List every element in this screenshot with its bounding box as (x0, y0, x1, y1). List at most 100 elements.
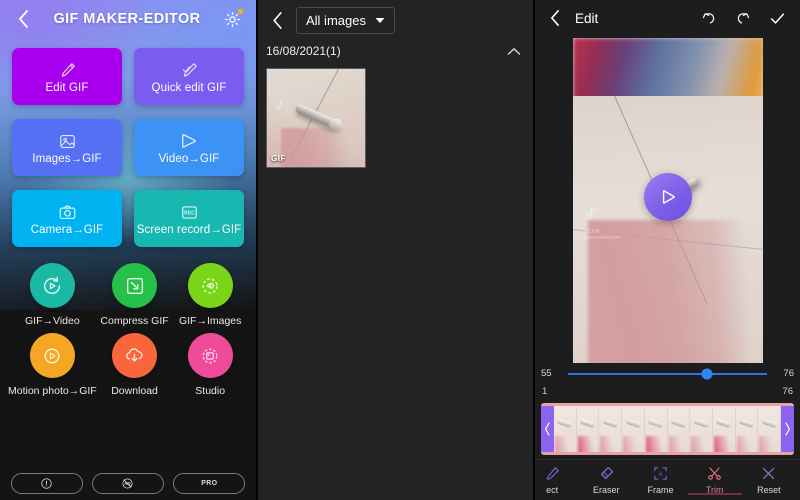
gallery-thumbnail[interactable]: GIF (266, 68, 366, 168)
gif-to-video-icon (44, 276, 61, 294)
pro-button[interactable]: PRO (173, 473, 246, 494)
redo-button[interactable] (730, 5, 756, 31)
camera-icon (58, 201, 77, 222)
shortcut-studio[interactable]: Studio (172, 333, 248, 397)
slider-track[interactable] (568, 368, 767, 380)
info-button[interactable] (10, 473, 83, 494)
shortcut-gif-to-video[interactable]: GIF→Video (8, 263, 97, 327)
shortcut-label: Compress GIF (100, 315, 169, 327)
tile-quick-edit-gif[interactable]: Quick edit GIF (134, 48, 244, 105)
quick-brush-icon (180, 59, 199, 80)
undo-button[interactable] (696, 5, 722, 31)
gif-to-images-icon (202, 277, 218, 294)
gallery-date-label: 16/08/2021(1) (266, 44, 341, 58)
editor-title: Edit (575, 10, 599, 26)
tile-edit-gif[interactable]: Edit GIF (12, 48, 122, 105)
trim-handle-left-icon (545, 422, 550, 436)
filmstrip-frame (667, 406, 691, 453)
tile-label: Screen record→GIF (136, 224, 242, 236)
tile-label: Edit GIF (45, 82, 89, 94)
studio-icon (202, 348, 218, 363)
tool-eraser[interactable]: Eraser (579, 465, 633, 495)
download-cloud-icon (126, 348, 143, 362)
preview-watermark: TikTok @itsmyanimation (583, 207, 621, 241)
watermark-user: @itsmyanimation (582, 234, 621, 241)
editor-preview-stage: TikTok @itsmyanimation (535, 36, 800, 363)
slider-range-row: 1 76 (541, 385, 794, 397)
trim-handle-left[interactable] (541, 406, 554, 453)
editor-toolbar: ect Eraser A Frame Trim Reset (535, 459, 800, 500)
editor-panel: Edit TikTok @itsmyanimation 55 76 1 76 e… (533, 0, 800, 500)
filmstrip[interactable] (541, 403, 794, 456)
tile-label: Quick edit GIF (151, 82, 227, 94)
home-back-button[interactable] (10, 6, 36, 32)
tile-images-to-gif[interactable]: Images→GIF (12, 119, 122, 176)
tile-screen-record-to-gif[interactable]: REC Screen record→GIF (134, 190, 244, 247)
confirm-button[interactable] (764, 5, 790, 31)
chevron-left-icon (18, 10, 28, 28)
shortcut-download[interactable]: Download (97, 333, 173, 397)
home-header: GIF MAKER-EDITOR (0, 0, 256, 38)
home-bottom-bar: AD PRO (0, 473, 256, 494)
eraser-icon (598, 465, 615, 482)
filmstrip-frame (690, 406, 713, 453)
slider-left-value: 55 (541, 368, 552, 380)
filmstrip-frame (599, 406, 623, 453)
tool-effect[interactable]: ect (535, 465, 579, 496)
undo-icon (702, 13, 715, 24)
editor-back-button[interactable] (545, 8, 565, 28)
preview-hand (587, 219, 748, 363)
shortcut-motion-photo-to-gif[interactable]: Motion photo→GIF (8, 333, 97, 397)
album-filter-dropdown[interactable]: All images (296, 6, 395, 34)
gallery-back-button[interactable] (266, 9, 288, 31)
thumbnail-gif-badge: GIF (271, 154, 286, 163)
tiktok-icon (585, 207, 595, 219)
play-button[interactable] (643, 172, 692, 221)
tool-frame[interactable]: A Frame (633, 465, 687, 495)
tile-video-to-gif[interactable]: Video→GIF (134, 119, 244, 176)
filmstrip-frame (644, 406, 668, 453)
gallery-header: All images (258, 0, 533, 40)
tool-active-indicator (687, 493, 742, 496)
tool-label: Reset (757, 485, 781, 496)
filmstrip-frame (712, 406, 736, 453)
gallery-thumbnail-list: GIF (258, 64, 533, 168)
redo-icon (737, 13, 750, 24)
shortcut-label: Download (111, 385, 158, 397)
shortcut-label: GIF→Video (25, 315, 80, 327)
tool-label: ect (546, 485, 559, 496)
video-preview[interactable]: TikTok @itsmyanimation (572, 37, 763, 363)
trim-handle-right[interactable] (781, 406, 794, 453)
exclamation-icon (41, 478, 52, 489)
tile-camera-to-gif[interactable]: Camera→GIF (12, 190, 122, 247)
app-root: GIF MAKER-EDITOR Edit GIF Quick edit GIF… (0, 0, 800, 500)
caret-down-icon (375, 17, 385, 23)
close-x-icon (760, 465, 777, 482)
tool-reset[interactable]: Reset (742, 465, 796, 495)
chevron-left-icon (272, 11, 282, 29)
thumbnail-watermark (273, 99, 284, 117)
compress-icon (126, 277, 143, 294)
effect-icon (544, 465, 561, 482)
shortcut-compress-gif[interactable]: Compress GIF (97, 263, 173, 327)
tool-trim[interactable]: Trim (687, 465, 742, 496)
gallery-date-group-header[interactable]: 16/08/2021(1) (258, 40, 533, 64)
play-icon (179, 130, 199, 151)
trim-handle-right-icon (785, 422, 790, 436)
play-circle-icon (662, 190, 675, 204)
settings-button[interactable] (218, 5, 246, 33)
settings-badge-dot (238, 9, 243, 14)
chevron-up-icon (507, 47, 521, 55)
thumbnail-hand-detail (280, 127, 358, 167)
shortcut-label: Studio (195, 385, 226, 397)
home-tile-grid: Edit GIF Quick edit GIF Images→GIF Video… (0, 38, 256, 247)
range-end-value: 76 (782, 385, 793, 397)
no-ads-button[interactable]: AD (91, 473, 164, 494)
slider-row: 55 76 (541, 363, 794, 385)
slider-thumb[interactable] (701, 368, 713, 380)
filmstrip-frame (554, 406, 577, 453)
tile-label: Video→GIF (158, 153, 220, 165)
frame-range-slider-area: 55 76 1 76 (535, 363, 800, 402)
shortcut-gif-to-images[interactable]: GIF→Images (172, 263, 248, 327)
chevron-left-icon (551, 10, 559, 27)
